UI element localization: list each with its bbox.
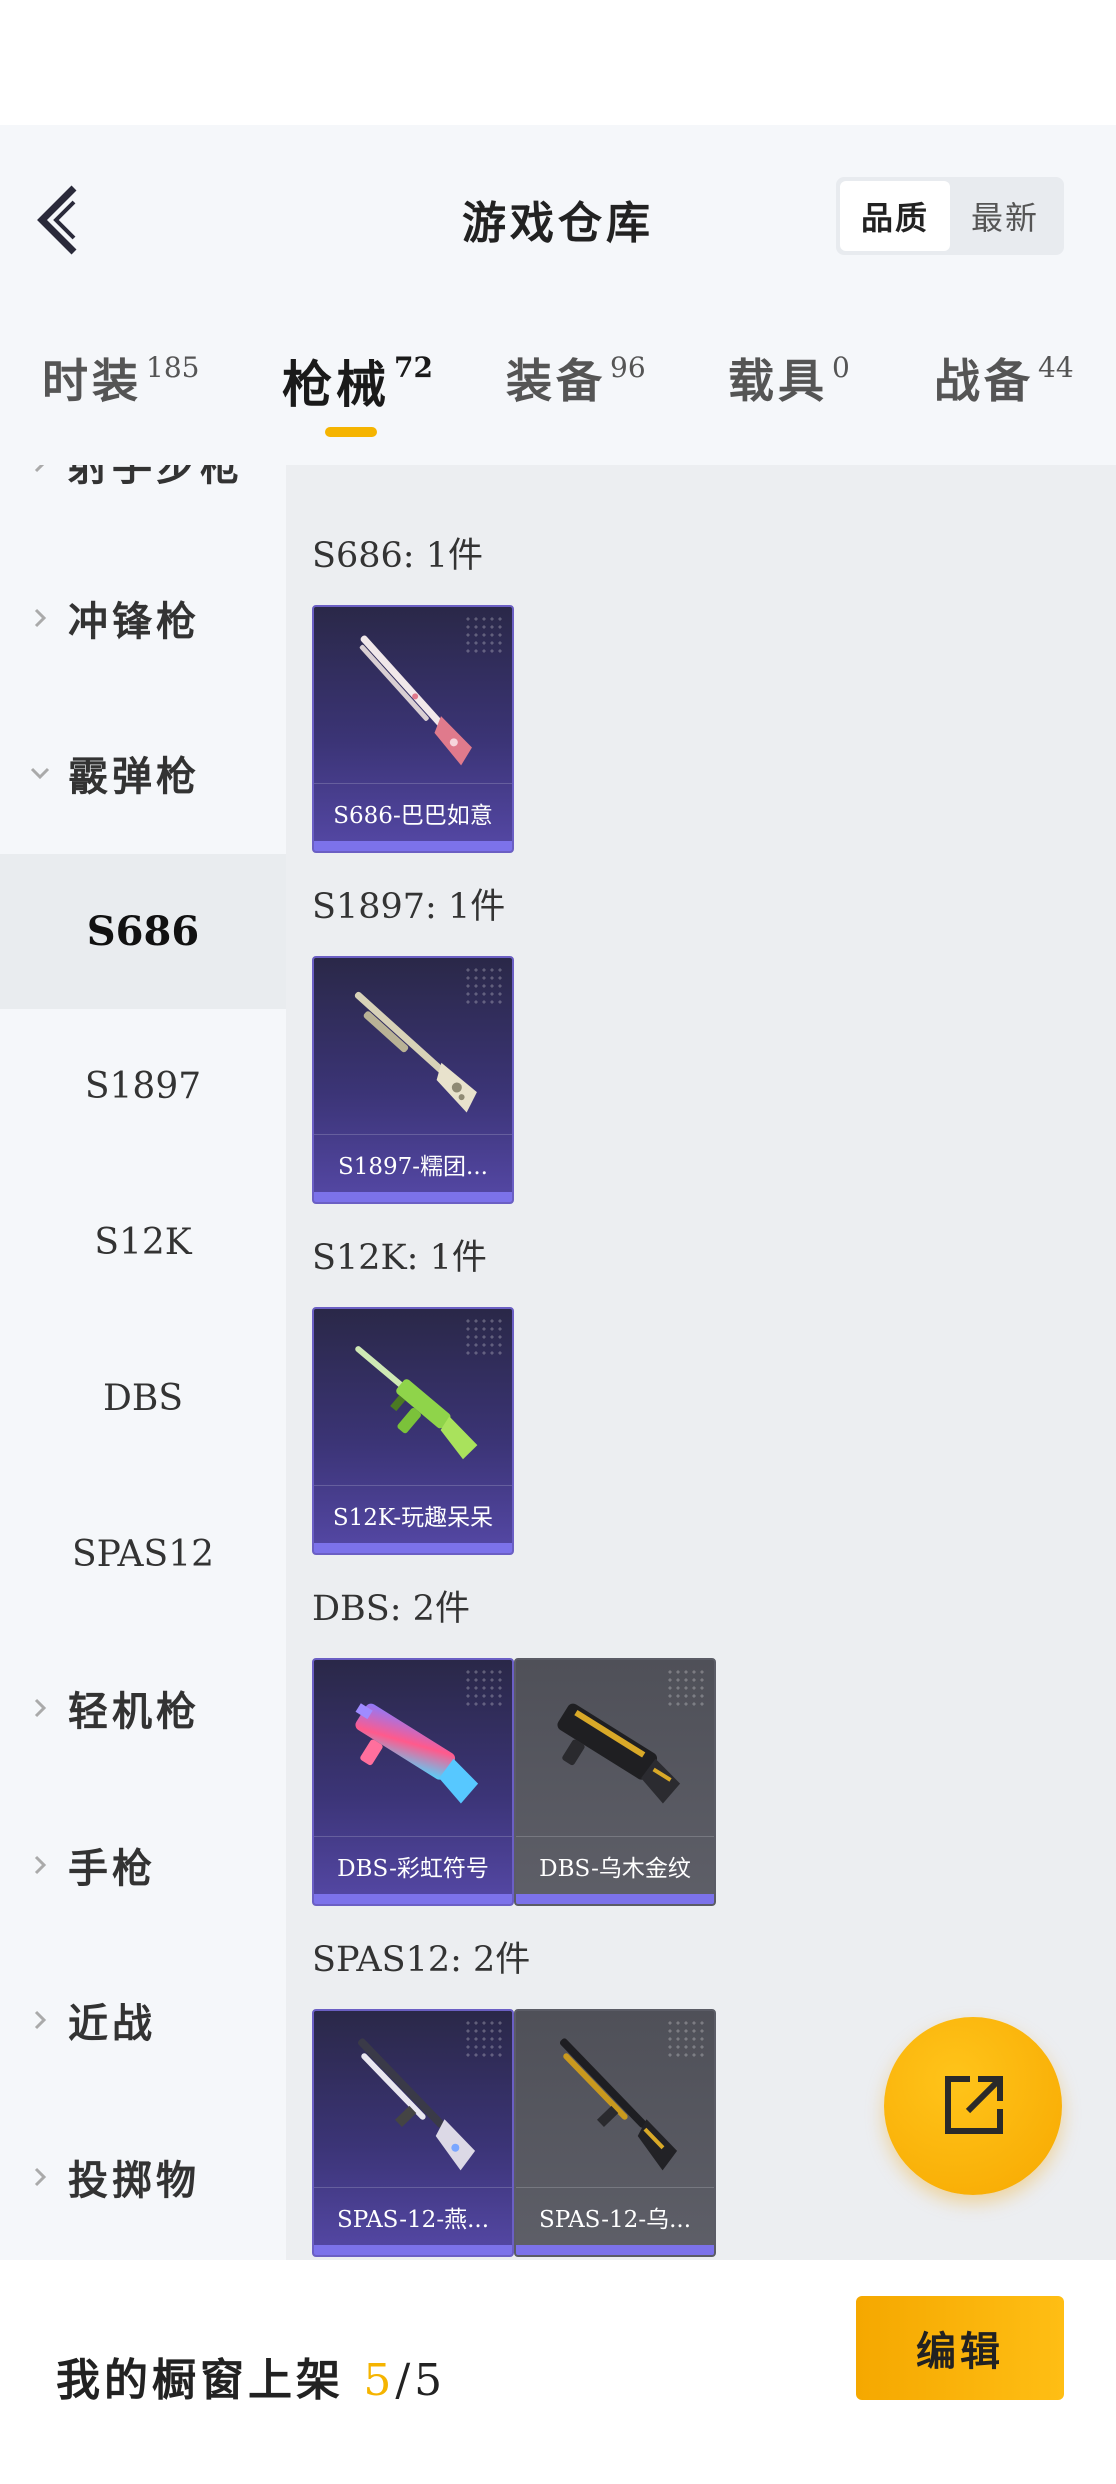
active-tab-indicator xyxy=(325,427,377,437)
item-name: SPAS-12-燕... xyxy=(314,2187,512,2245)
chevron-down-icon xyxy=(30,767,50,780)
sidebar-item-label: 冲锋枪 xyxy=(68,598,200,645)
tab-count: 185 xyxy=(146,351,200,384)
shotgun-spas12-image xyxy=(357,2038,476,2171)
sidebar-item-marksman-rifle[interactable]: 射手步枪 xyxy=(0,465,286,513)
showcase-label: 我的橱窗上架 xyxy=(56,2355,364,2406)
showcase-status: 我的橱窗上架 5/5 xyxy=(56,2344,446,2408)
sidebar-item-label: 霰弹枪 xyxy=(68,753,200,800)
sidebar-item-label: 投掷物 xyxy=(68,2157,200,2204)
tab-count: 0 xyxy=(832,351,850,384)
group-title: S1897: 1件 xyxy=(312,887,506,927)
item-name: DBS-乌木金纹 xyxy=(516,1836,714,1894)
item-card[interactable]: DBS-乌木金纹 xyxy=(514,1658,716,1906)
rarity-bar xyxy=(314,1192,512,1202)
showcase-total-count: 5 xyxy=(414,2355,447,2406)
item-row: S1897-糯团... xyxy=(312,956,514,1204)
sidebar-item-throwables[interactable]: 投掷物 xyxy=(0,2127,286,2227)
showcase-separator: / xyxy=(395,2355,415,2406)
showcase-footer: 我的橱窗上架 5/5 编辑 xyxy=(0,2260,1116,2484)
chevron-right-icon xyxy=(34,465,45,473)
tab-label: 时装 xyxy=(42,354,142,408)
tab-label: 装备 xyxy=(506,354,606,408)
rarity-bar xyxy=(314,1894,512,1904)
sidebar-item-pistol[interactable]: 手枪 xyxy=(0,1815,286,1915)
shotgun-dbs-rainbow-image xyxy=(355,1703,479,1804)
item-row: DBS-彩虹符号 DBS-乌木金纹 xyxy=(312,1658,716,1906)
group-title: SPAS12: 2件 xyxy=(312,1940,531,1980)
item-name: S12K-玩趣呆呆 xyxy=(314,1485,512,1543)
item-card[interactable]: S686-巴巴如意 xyxy=(312,605,514,853)
item-row: S12K-玩趣呆呆 xyxy=(312,1307,514,1555)
sort-option-newest[interactable]: 最新 xyxy=(950,181,1060,251)
shotgun-s1897-image xyxy=(354,991,477,1113)
group-title: S686: 1件 xyxy=(312,536,483,576)
back-button[interactable] xyxy=(30,180,90,260)
sidebar-subitem-dbs[interactable]: DBS xyxy=(0,1321,286,1476)
item-card[interactable]: S1897-糯团... xyxy=(312,956,514,1204)
chevron-right-icon xyxy=(34,1698,47,1718)
sidebar-subitem-spas12[interactable]: SPAS12 xyxy=(0,1477,286,1632)
rarity-bar xyxy=(314,1543,512,1553)
chevron-right-icon xyxy=(34,2010,47,2030)
chevron-right-icon xyxy=(34,2167,47,2187)
header: 游戏仓库 品质 最新 xyxy=(0,125,1116,305)
chevron-right-icon xyxy=(34,608,47,628)
item-card[interactable]: S12K-玩趣呆呆 xyxy=(312,1307,514,1555)
edit-button[interactable]: 编辑 xyxy=(856,2296,1064,2400)
sidebar-item-lmg[interactable]: 轻机枪 xyxy=(0,1658,286,1758)
share-external-icon xyxy=(945,2076,1003,2134)
sidebar-item-label: 近战 xyxy=(68,2000,156,2047)
item-name: DBS-彩虹符号 xyxy=(314,1836,512,1894)
sidebar-item-label: 轻机枪 xyxy=(68,1688,200,1735)
tab-label: 战备 xyxy=(934,354,1034,408)
sidebar-item-label: 手枪 xyxy=(68,1845,156,1892)
item-card[interactable]: DBS-彩虹符号 xyxy=(312,1658,514,1906)
sidebar: 射手步枪 冲锋枪 霰弹枪 S686 S1897 S12K DBS SPAS12 … xyxy=(0,465,286,2260)
sidebar-subitem-s1897[interactable]: S1897 xyxy=(0,1009,286,1164)
group-title: S12K: 1件 xyxy=(312,1238,487,1278)
group-title: DBS: 2件 xyxy=(312,1589,470,1629)
chevron-left-icon xyxy=(37,185,77,255)
shotgun-dbs-ebony-image xyxy=(557,1703,681,1804)
item-card[interactable]: SPAS-12-乌... xyxy=(514,2009,716,2257)
tab-vehicles[interactable]: 载具 0 xyxy=(728,345,850,411)
shotgun-spas12-ebony-image xyxy=(559,2038,678,2171)
item-list: S686: 1件 S686-巴巴如意 S1897: 1件 S1897-糯团...… xyxy=(286,465,1116,2260)
chevron-right-icon xyxy=(34,1855,47,1875)
tab-count: 72 xyxy=(394,351,433,384)
sidebar-item-label: 射手步枪 xyxy=(68,465,244,490)
status-bar-area xyxy=(0,0,1116,125)
shotgun-s12k-image xyxy=(355,1346,478,1460)
rarity-bar xyxy=(516,2245,714,2255)
tab-label: 枪械 xyxy=(282,355,390,414)
tab-supplies[interactable]: 战备 44 xyxy=(934,345,1074,411)
item-name: S1897-糯团... xyxy=(314,1134,512,1192)
sidebar-item-shotgun[interactable]: 霰弹枪 xyxy=(0,723,286,823)
item-name: S686-巴巴如意 xyxy=(314,783,512,841)
tab-equipment[interactable]: 装备 96 xyxy=(506,345,646,411)
rarity-bar xyxy=(314,2245,512,2255)
sort-toggle: 品质 最新 xyxy=(836,177,1064,255)
sort-option-quality[interactable]: 品质 xyxy=(840,181,950,251)
item-name: SPAS-12-乌... xyxy=(516,2187,714,2245)
tab-count: 44 xyxy=(1038,351,1074,384)
tab-guns[interactable]: 枪械 72 xyxy=(282,345,433,417)
sidebar-item-melee[interactable]: 近战 xyxy=(0,1970,286,2070)
tab-label: 载具 xyxy=(728,354,828,408)
showcase-current-count: 5 xyxy=(363,2355,396,2406)
share-button[interactable] xyxy=(884,2017,1062,2195)
sidebar-subitem-s12k[interactable]: S12K xyxy=(0,1165,286,1320)
shotgun-s686-image xyxy=(359,635,472,766)
rarity-bar xyxy=(314,841,512,851)
category-tabs: 时装 185 枪械 72 装备 96 载具 0 战备 44 xyxy=(0,305,1116,465)
sidebar-subitem-s686[interactable]: S686 xyxy=(0,854,286,1009)
tab-count: 96 xyxy=(610,351,646,384)
tab-outfits[interactable]: 时装 185 xyxy=(42,345,199,411)
sidebar-item-smg[interactable]: 冲锋枪 xyxy=(0,568,286,668)
item-card[interactable]: SPAS-12-燕... xyxy=(312,2009,514,2257)
item-row: S686-巴巴如意 xyxy=(312,605,514,853)
rarity-bar xyxy=(516,1894,714,1904)
item-row: SPAS-12-燕... SPAS-12-乌... xyxy=(312,2009,716,2257)
